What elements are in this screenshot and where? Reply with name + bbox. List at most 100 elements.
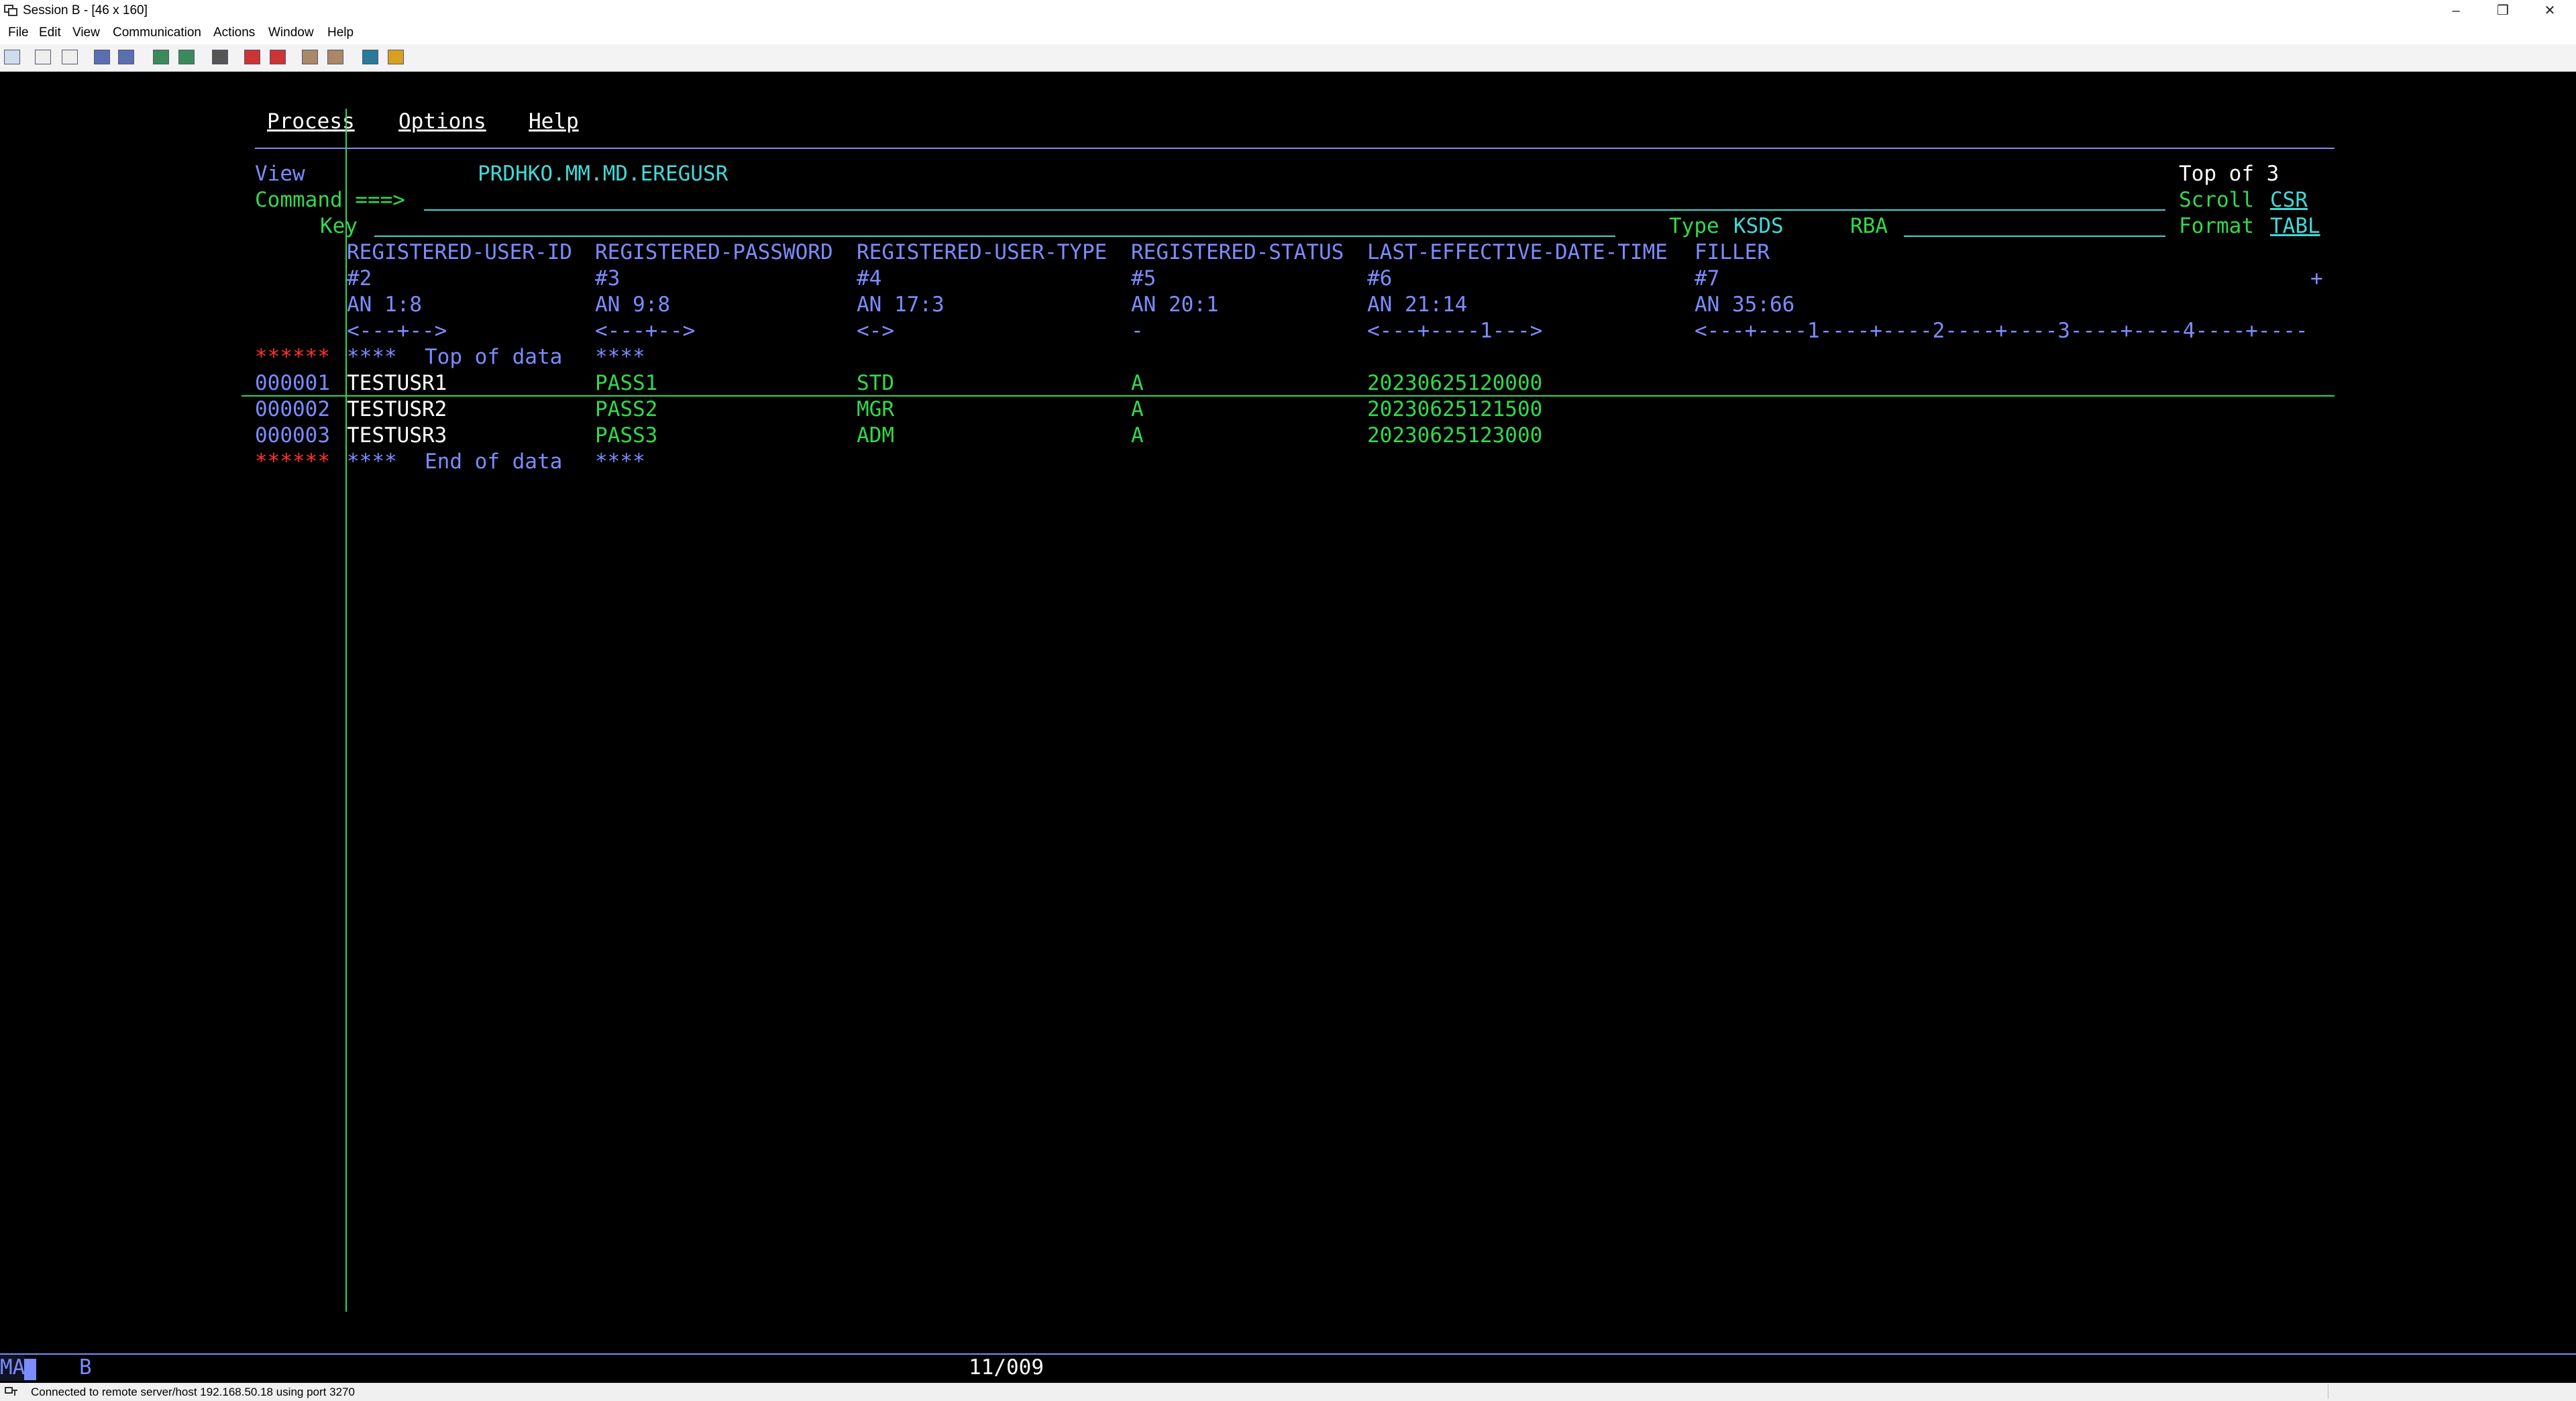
paste-icon[interactable] bbox=[62, 50, 78, 64]
key-label: Key bbox=[320, 214, 358, 238]
minimize-icon[interactable]: – bbox=[2432, 0, 2479, 21]
cell-user-type[interactable]: STD bbox=[857, 370, 894, 397]
col-ruler-4: <-> bbox=[857, 319, 894, 343]
command-label: Command ===> bbox=[255, 188, 405, 212]
col-attr-4: AN 17:3 bbox=[857, 293, 945, 317]
action-bar-divider bbox=[255, 148, 2334, 149]
cell-password[interactable]: PASS2 bbox=[595, 397, 657, 423]
col-name-4: REGISTERED-USER-TYPE bbox=[857, 240, 1108, 264]
col-name-5: REGISTERED-STATUS bbox=[1131, 240, 1344, 264]
copy-icon[interactable] bbox=[35, 50, 51, 64]
restore-icon[interactable]: ❐ bbox=[2479, 0, 2526, 21]
end-marker-stars: **** bbox=[347, 450, 397, 474]
col-name-6: LAST-EFFECTIVE-DATE-TIME bbox=[1367, 240, 1668, 264]
operator-info-area: MA B 11/009 bbox=[0, 1353, 2576, 1384]
position-indicator: Top of 3 bbox=[2179, 162, 2279, 186]
cell-status[interactable]: A bbox=[1131, 423, 1144, 449]
col-ruler-2: <---+--> bbox=[347, 319, 447, 343]
oia-cursor-position: 11/009 bbox=[969, 1355, 1044, 1380]
cell-password[interactable]: PASS1 bbox=[595, 370, 657, 397]
menu-communication[interactable]: Communication bbox=[113, 25, 201, 40]
col-num-3: #3 bbox=[595, 266, 621, 291]
cell-user-id[interactable]: TESTUSR3 bbox=[347, 423, 447, 449]
action-help[interactable]: Help bbox=[529, 109, 579, 135]
play-icon[interactable] bbox=[302, 50, 318, 64]
top-marker-text: Top of data bbox=[425, 345, 563, 369]
connection-icon bbox=[5, 1387, 17, 1396]
display-icon[interactable] bbox=[4, 50, 20, 64]
col-attr-6: AN 21:14 bbox=[1367, 293, 1468, 317]
col-num-4: #4 bbox=[857, 266, 882, 291]
format-value[interactable]: TABL bbox=[2270, 213, 2320, 240]
col-num-6: #6 bbox=[1367, 266, 1393, 291]
cell-user-id[interactable]: TESTUSR1 bbox=[347, 370, 447, 397]
cell-status[interactable]: A bbox=[1131, 397, 1144, 423]
cell-password[interactable]: PASS3 bbox=[595, 423, 657, 449]
tool-icon[interactable] bbox=[388, 50, 404, 64]
cell-date-time[interactable]: 20230625121500 bbox=[1367, 397, 1542, 423]
end-marker-stars2: **** bbox=[595, 450, 645, 474]
cell-user-type[interactable]: MGR bbox=[857, 397, 894, 423]
print-icon[interactable] bbox=[212, 50, 228, 64]
terminal-screen[interactable]: Process Options Help View PRDHKO.MM.MD.E… bbox=[0, 72, 2576, 1353]
scroll-value[interactable]: CSR bbox=[2270, 187, 2308, 213]
col-ruler-3: <---+--> bbox=[595, 319, 696, 343]
line-number[interactable]: 000003 bbox=[255, 423, 330, 449]
menu-help[interactable]: Help bbox=[327, 25, 354, 40]
receive-icon[interactable] bbox=[118, 50, 134, 64]
cell-date-time[interactable]: 20230625123000 bbox=[1367, 423, 1542, 449]
col-ruler-5: - bbox=[1131, 319, 1144, 343]
rba-input[interactable] bbox=[1904, 236, 2165, 237]
rba-label: RBA bbox=[1850, 214, 1888, 238]
col-ruler-6: <---+----1---> bbox=[1367, 319, 1543, 343]
col-ruler-7: <---+----1----+----2----+----3----+----4… bbox=[1695, 319, 2308, 343]
record-icon[interactable] bbox=[244, 50, 260, 64]
dataset-name: PRDHKO.MM.MD.EREGUSR bbox=[478, 162, 729, 186]
col-num-2: #2 bbox=[347, 266, 372, 291]
top-marker-stars: **** bbox=[347, 345, 397, 369]
format-label: Format bbox=[2179, 214, 2254, 238]
line-number[interactable]: 000001 bbox=[255, 370, 330, 397]
window-title-bar: Session B - [46 x 160] – ❐ ✕ bbox=[0, 0, 2576, 21]
cursor-column-line bbox=[345, 109, 347, 1312]
col-attr-3: AN 9:8 bbox=[595, 293, 670, 317]
scroll-label: Scroll bbox=[2179, 188, 2254, 212]
cursor-row-line bbox=[241, 395, 2334, 397]
macro-icon[interactable] bbox=[153, 50, 169, 64]
col-attr-7: AN 35:66 bbox=[1695, 293, 1795, 317]
col-attr-2: AN 1:8 bbox=[347, 293, 422, 317]
toolbar bbox=[0, 44, 2576, 72]
action-options[interactable]: Options bbox=[398, 109, 486, 135]
key-input[interactable] bbox=[374, 236, 1615, 237]
menu-edit[interactable]: Edit bbox=[39, 25, 61, 40]
line-number[interactable]: 000002 bbox=[255, 397, 330, 423]
cell-status[interactable]: A bbox=[1131, 370, 1144, 397]
menu-actions[interactable]: Actions bbox=[213, 25, 255, 40]
transfer-icon[interactable] bbox=[327, 50, 343, 64]
col-name-2: REGISTERED-USER-ID bbox=[347, 240, 572, 264]
keypad-icon[interactable] bbox=[178, 50, 195, 64]
col-num-7: #7 bbox=[1695, 266, 1720, 291]
status-bar: Connected to remote server/host 192.168.… bbox=[0, 1383, 2576, 1401]
col-name-7: FILLER bbox=[1695, 240, 1770, 264]
menu-window[interactable]: Window bbox=[268, 25, 314, 40]
action-process[interactable]: Process bbox=[267, 109, 355, 135]
menu-view[interactable]: View bbox=[72, 25, 100, 40]
map-icon[interactable] bbox=[362, 50, 378, 64]
cell-date-time[interactable]: 20230625120000 bbox=[1367, 370, 1542, 397]
cell-user-id[interactable]: TESTUSR2 bbox=[347, 397, 447, 423]
app-icon bbox=[4, 5, 17, 16]
close-icon[interactable]: ✕ bbox=[2526, 0, 2573, 21]
menu-bar: File Edit View Communication Actions Win… bbox=[0, 21, 2576, 45]
cell-user-type[interactable]: ADM bbox=[857, 423, 894, 449]
oia-session: B bbox=[79, 1355, 92, 1380]
oia-indicator: MA bbox=[0, 1355, 25, 1381]
status-text: Connected to remote server/host 192.168.… bbox=[31, 1386, 355, 1398]
menu-file[interactable]: File bbox=[8, 25, 29, 40]
send-icon[interactable] bbox=[94, 50, 110, 64]
end-marker-text: End of data bbox=[425, 450, 563, 474]
command-input[interactable] bbox=[424, 209, 2165, 211]
col-attr-5: AN 20:1 bbox=[1131, 293, 1219, 317]
stop-icon[interactable] bbox=[270, 50, 286, 64]
end-marker-prefix: ****** bbox=[255, 450, 330, 474]
